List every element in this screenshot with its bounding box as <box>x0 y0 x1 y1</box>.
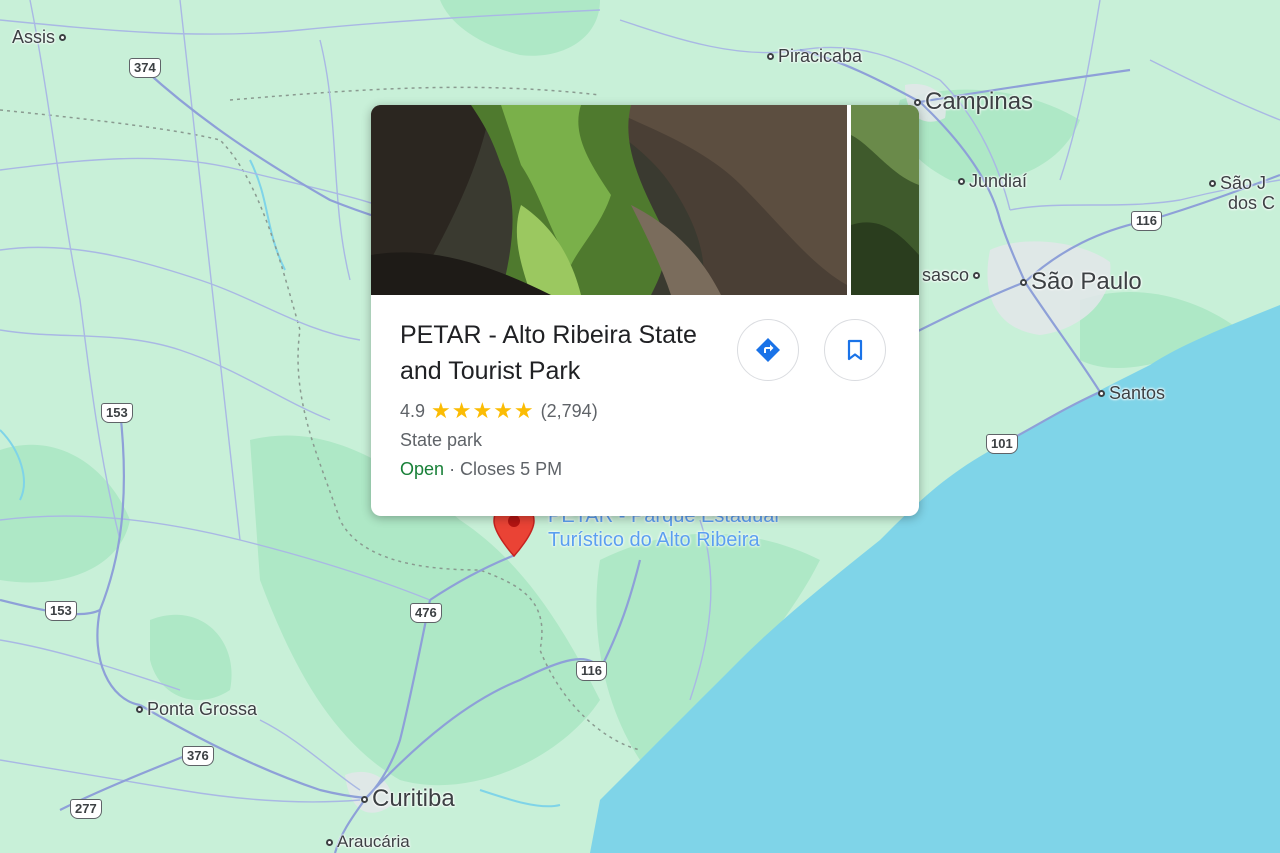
bookmark-icon <box>847 339 863 361</box>
highway-shield: 476 <box>410 603 442 623</box>
city-label[interactable]: Jundiaí <box>958 171 1027 192</box>
directions-icon <box>756 338 780 362</box>
place-title: PETAR - Alto Ribeira State and Tourist P… <box>400 321 697 385</box>
poi-label-line2: Turístico do Alto Ribeira <box>548 529 760 551</box>
city-label[interactable]: Araucária <box>326 832 410 852</box>
opening-hours: Open · Closes 5 PM <box>400 459 562 480</box>
city-label[interactable]: São J <box>1209 173 1266 194</box>
city-name: Curitiba <box>372 785 455 812</box>
city-label[interactable]: dos C <box>1228 193 1275 214</box>
highway-shield: 116 <box>576 661 607 681</box>
city-dot-icon <box>1098 390 1105 397</box>
city-dot-icon <box>958 178 965 185</box>
city-name: Assis <box>12 27 56 47</box>
star-rating-icon: ★★★★★ <box>431 398 535 423</box>
city-label[interactable]: Piracicaba <box>767 46 862 67</box>
city-name: Campinas <box>925 88 1034 115</box>
highway-shield: 374 <box>129 58 161 78</box>
city-name: dos C <box>1228 193 1276 213</box>
city-dot-icon <box>1020 278 1027 286</box>
directions-button[interactable] <box>737 319 799 381</box>
city-dot-icon <box>767 53 774 60</box>
highway-shield: 153 <box>45 601 77 621</box>
city-name: São J <box>1220 173 1267 193</box>
city-label[interactable]: Campinas <box>914 88 1033 116</box>
city-label[interactable]: Ponta Grossa <box>136 699 257 720</box>
city-dot-icon <box>973 272 981 279</box>
place-card[interactable]: PETAR - Alto Ribeira State and Tourist P… <box>371 105 919 516</box>
city-name: Ponta Grossa <box>147 699 258 719</box>
city-dot-icon <box>1209 180 1216 187</box>
city-label[interactable]: Assis <box>12 27 67 48</box>
city-dot-icon <box>361 795 368 803</box>
highway-shield: 277 <box>70 799 102 819</box>
city-dot-icon <box>326 838 333 846</box>
review-count[interactable]: (2,794) <box>541 401 598 422</box>
highway-shield: 101 <box>986 434 1018 454</box>
city-label[interactable]: Curitiba <box>361 785 455 813</box>
highway-shield: 376 <box>182 746 214 766</box>
city-label[interactable]: sasco <box>922 265 981 286</box>
city-name: Piracicaba <box>778 46 863 66</box>
city-name: Jundiaí <box>969 171 1028 191</box>
city-dot-icon <box>136 706 143 713</box>
highway-shield: 153 <box>101 403 133 423</box>
closing-time: · Closes 5 PM <box>449 459 563 479</box>
rating-row: 4.9 ★★★★★ (2,794) <box>400 398 598 424</box>
city-name: sasco <box>922 265 970 285</box>
city-name: São Paulo <box>1031 268 1142 295</box>
city-label[interactable]: Santos <box>1098 383 1165 404</box>
save-button[interactable] <box>824 319 886 381</box>
place-category: State park <box>400 430 483 450</box>
open-status: Open <box>400 459 445 479</box>
city-name: Araucária <box>337 832 410 851</box>
city-name: Santos <box>1109 383 1166 403</box>
place-photos[interactable] <box>371 105 919 295</box>
city-label[interactable]: São Paulo <box>1020 268 1142 296</box>
rating-value: 4.9 <box>400 400 426 421</box>
city-dot-icon <box>59 34 67 41</box>
highway-shield: 116 <box>1131 211 1162 231</box>
